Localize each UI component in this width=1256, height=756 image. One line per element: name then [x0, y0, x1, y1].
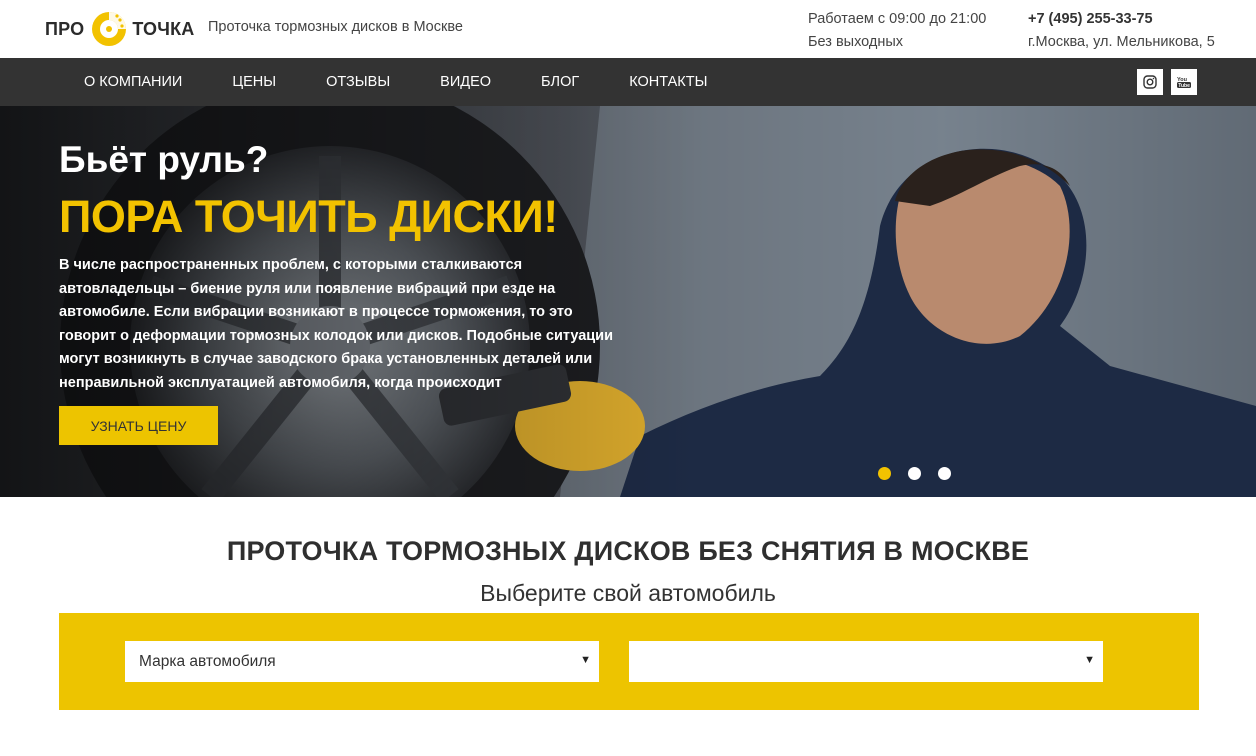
main-nav: О КОМПАНИИ ЦЕНЫ ОТЗЫВЫ ВИДЕО БЛОГ КОНТАК… [0, 58, 1256, 106]
logo-text-right: ТОЧКА [132, 18, 195, 39]
nav-item-video[interactable]: ВИДЕО [415, 74, 516, 90]
hero-slider: Бьёт руль? ПОРА ТОЧИТЬ ДИСКИ! В числе ра… [0, 106, 1256, 497]
youtube-glyph: You Tube [1177, 77, 1191, 89]
section-subtitle: Выберите свой автомобиль [480, 580, 776, 606]
instagram-glyph [1143, 75, 1157, 89]
section-title: ПРОТОЧКА ТОРМОЗНЫХ ДИСКОВ БЕЗ СНЯТИЯ В М… [226, 536, 1030, 566]
tagline: Проточка тормозных дисков в Москве [208, 19, 463, 35]
hours-line: Работаем с 09:00 до 21:00 [808, 11, 987, 27]
dropdown-arrow-icon: ▼ [1084, 654, 1095, 666]
days-line: Без выходных [808, 34, 904, 50]
phone-link[interactable]: +7 (495) 255-33-75 [1028, 8, 1215, 31]
hero-description: В числе распространенных проблем, с кото… [59, 257, 614, 391]
car-selector-panel: Марка автомобиля ▼ ▼ [59, 613, 1199, 710]
get-price-button[interactable]: УЗНАТЬ ЦЕНУ [59, 406, 218, 445]
nav-item-about[interactable]: О КОМПАНИИ [59, 74, 207, 90]
contact-info: +7 (495) 255-33-75 г.Москва, ул. Мельник… [1028, 8, 1215, 54]
nav-item-reviews[interactable]: ОТЗЫВЫ [301, 74, 415, 90]
hero-question: Бьёт руль? [59, 139, 269, 180]
hero-title: ПОРА ТОЧИТЬ ДИСКИ! [59, 191, 558, 242]
working-hours: Работаем с 09:00 до 21:00 Без выходных [808, 8, 986, 54]
car-model-select[interactable]: ▼ [629, 641, 1103, 682]
site-header: ПРО ТОЧКА Проточка тормозных дисков в Мо… [0, 0, 1256, 58]
nav-menu: О КОМПАНИИ ЦЕНЫ ОТЗЫВЫ ВИДЕО БЛОГ КОНТАК… [59, 58, 732, 106]
logo-text-left: ПРО [45, 18, 85, 39]
instagram-icon[interactable] [1137, 69, 1163, 95]
slider-dots [878, 467, 951, 480]
slide-dot-2[interactable] [908, 467, 921, 480]
slide-dot-1[interactable] [878, 467, 891, 480]
youtube-icon[interactable]: You Tube [1171, 69, 1197, 95]
logo[interactable]: ПРО ТОЧКА [45, 10, 195, 48]
social-links: You Tube [1137, 69, 1197, 95]
address: г.Москва, ул. Мельникова, 5 [1028, 34, 1215, 50]
logo-icon [92, 12, 127, 46]
slide-dot-3[interactable] [938, 467, 951, 480]
car-brand-select-value: Марка автомобиля [139, 652, 276, 670]
nav-item-contacts[interactable]: КОНТАКТЫ [604, 74, 732, 90]
car-brand-select[interactable]: Марка автомобиля ▼ [125, 641, 599, 682]
nav-item-prices[interactable]: ЦЕНЫ [207, 74, 301, 90]
dropdown-arrow-icon: ▼ [580, 654, 591, 666]
svg-text:Tube: Tube [1178, 83, 1190, 89]
nav-item-blog[interactable]: БЛОГ [516, 74, 604, 90]
